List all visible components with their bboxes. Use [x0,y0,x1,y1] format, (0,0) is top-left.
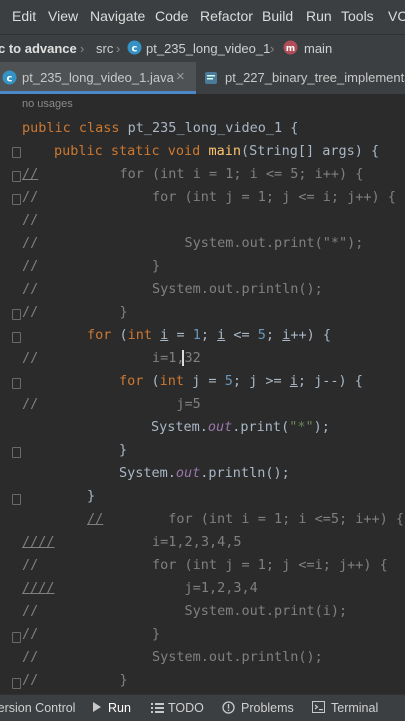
menu-navigate[interactable]: Navigate [90,8,145,24]
fold-icon[interactable] [12,147,21,158]
tab-pt-235[interactable]: c pt_235_long_video_1.java × [0,62,196,94]
close-icon[interactable]: × [176,68,185,85]
breadcrumb: c to advance › src › c pt_235_long_video… [0,34,405,63]
code-line: // System.out.print(i); [22,603,348,619]
todo-button[interactable]: TODO [168,701,204,715]
run-button[interactable]: Run [108,701,131,715]
warning-icon [222,701,235,717]
code-line: // for (int i = 1; i <= 5; i++) { [22,166,364,182]
code-line: // for (int j = 1; j <=i; j++) { [22,557,388,573]
tab-label: pt_227_binary_tree_implementation.java [225,70,405,85]
chevron-right-icon: › [116,41,121,56]
code-line: // System.out.print("*"); [22,235,364,251]
code-line: // } [22,672,128,688]
fold-icon[interactable] [12,378,21,389]
svg-text:c: c [132,44,138,55]
fold-icon[interactable] [12,194,21,205]
code-line: // } [22,258,161,274]
code-line: // System.out.println(); [22,649,323,665]
code-line: // i=1,32 [22,350,201,366]
code-line: // [22,212,39,228]
code-line: //// i=1,2,3,4,5 [22,534,242,550]
code-line: // for (int j = 1; j <= i; j++) { [22,189,396,205]
code-line: public static void main(String[] args) { [54,143,380,159]
usage-hint: no usages [22,98,73,110]
code-editor[interactable]: no usages public class pt_235_long_video… [0,94,405,694]
play-icon [92,701,102,716]
code-line: } [119,442,128,458]
editor-tabs: c pt_235_long_video_1.java × pt_227_bina… [0,62,405,95]
tab-pt-227[interactable]: pt_227_binary_tree_implementation.java [198,62,405,94]
tool-window-bar: Version Control Run TODO Problems Termin… [0,694,405,721]
menu-build[interactable]: Build [262,8,293,24]
menu-code[interactable]: Code [155,8,188,24]
svg-text:c: c [7,74,13,85]
fold-icon[interactable] [12,632,21,643]
fold-icon[interactable] [12,171,21,182]
menu-edit[interactable]: Edit [12,8,36,24]
chevron-right-icon: › [80,41,85,56]
method-m-icon: m [283,40,298,58]
class-c-icon: c [2,70,17,88]
code-line: // System.out.println(); [22,281,323,297]
file-icon [204,71,218,88]
terminal-icon [312,701,325,716]
menu-refactor[interactable]: Refactor [200,8,253,24]
menu-view[interactable]: View [48,8,78,24]
code-line: public class pt_235_long_video_1 { [22,120,299,136]
text-caret [182,350,184,366]
menu-run[interactable]: Run [306,8,332,24]
code-line: for (int j = 5; j >= i; j--) { [119,373,363,389]
breadcrumb-project[interactable]: c to advance [0,41,77,56]
code-line: // for (int i = 1; i <=5; i++) { [87,511,404,527]
breadcrumb-file[interactable]: pt_235_long_video_1 [146,41,270,56]
tab-label: pt_235_long_video_1.java [22,70,174,85]
code-line: System.out.println(); [119,465,290,481]
code-line: System.out.print("*"); [151,419,330,435]
code-line: // } [22,304,128,320]
code-line: // j=5 [22,396,201,412]
code-line: //// j=1,2,3,4 [22,580,258,596]
chevron-right-icon: › [270,41,275,56]
fold-icon[interactable] [12,309,21,320]
fold-icon[interactable] [12,494,21,505]
breadcrumb-method[interactable]: main [304,41,332,56]
version-control-button[interactable]: Version Control [0,701,75,715]
list-icon [151,702,164,716]
class-c-icon: c [127,40,142,58]
fold-icon[interactable] [12,447,21,458]
code-line: } [87,488,96,504]
code-line: // } [22,626,161,642]
fold-icon[interactable] [12,332,21,343]
problems-button[interactable]: Problems [241,701,294,715]
breadcrumb-folder[interactable]: src [96,41,113,56]
fold-icon[interactable] [12,678,21,689]
menu-vcs[interactable]: VCS [388,8,405,24]
menu-bar: Edit View Navigate Code Refactor Build R… [0,0,405,34]
svg-text:m: m [286,44,295,54]
menu-tools[interactable]: Tools [341,8,374,24]
terminal-button[interactable]: Terminal [331,701,378,715]
code-line: for (int i = 1; i <= 5; i++) { [87,327,331,343]
